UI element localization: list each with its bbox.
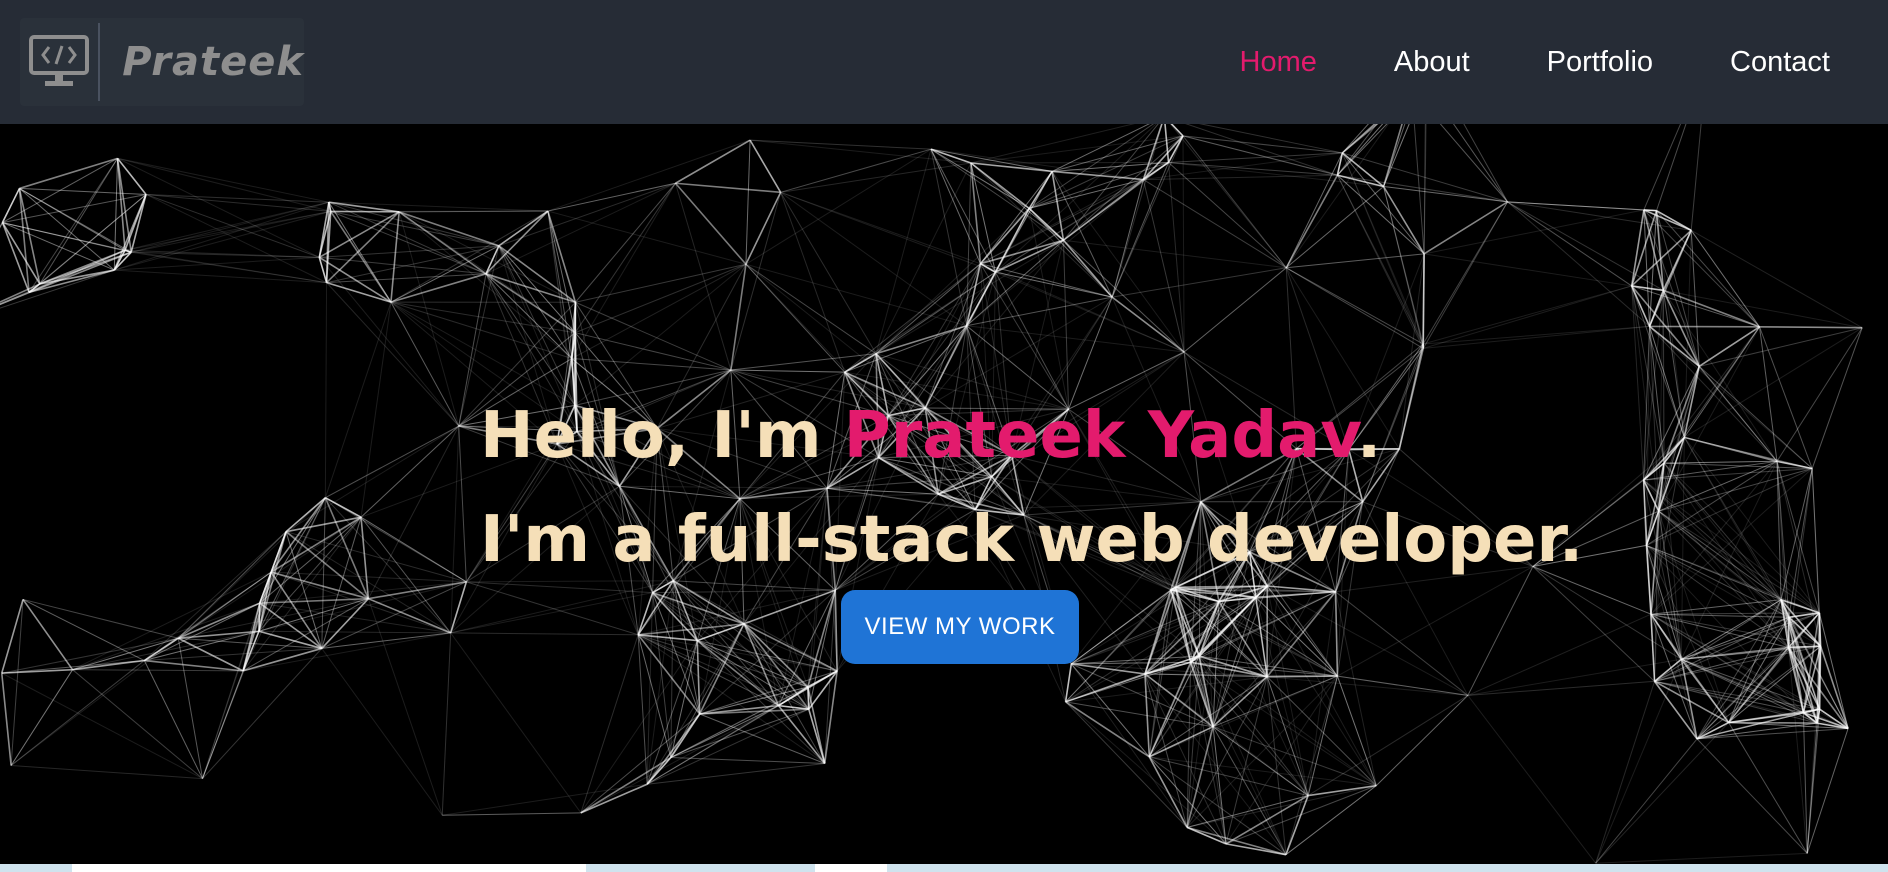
hero-tagline: I'm a full-stack web developer. bbox=[480, 503, 1584, 577]
navbar: Prateek Home About Portfolio Contact bbox=[0, 0, 1888, 124]
hero-greeting-end: . bbox=[1356, 399, 1382, 473]
brand-name[interactable]: Prateek bbox=[122, 39, 304, 85]
nav-link-about[interactable]: About bbox=[1394, 46, 1470, 79]
page-bottom-edge bbox=[0, 864, 1888, 872]
code-monitor-icon bbox=[20, 18, 98, 106]
nav-link-contact[interactable]: Contact bbox=[1730, 46, 1830, 79]
view-my-work-button[interactable]: VIEW MY WORK bbox=[841, 590, 1079, 664]
hero-greeting: Hello, I'm bbox=[480, 399, 844, 473]
hero-section: Hello, I'm Prateek Yadav. I'm a full-sta… bbox=[0, 124, 1888, 872]
nav-links: Home About Portfolio Contact bbox=[1163, 46, 1831, 79]
hero-text: Hello, I'm Prateek Yadav. I'm a full-sta… bbox=[480, 384, 1583, 592]
hero-greeting-line: Hello, I'm Prateek Yadav. bbox=[480, 384, 1583, 488]
brand-divider bbox=[98, 23, 101, 101]
brand-logo[interactable]: Prateek bbox=[20, 18, 304, 106]
nav-link-home[interactable]: Home bbox=[1240, 46, 1317, 79]
nav-link-portfolio[interactable]: Portfolio bbox=[1547, 46, 1653, 79]
hero-name: Prateek Yadav bbox=[843, 399, 1357, 473]
